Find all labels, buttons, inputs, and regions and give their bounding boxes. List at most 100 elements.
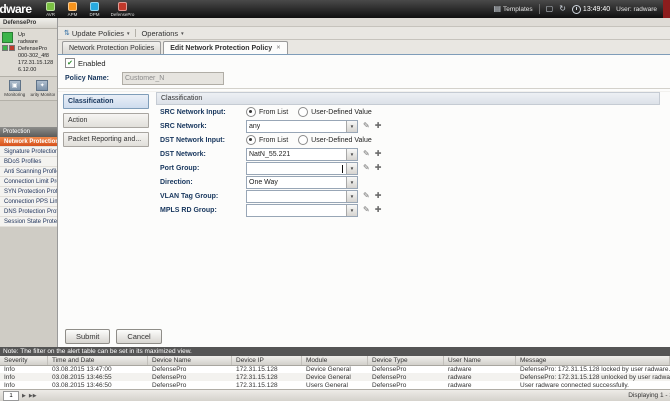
col-module[interactable]: Module: [302, 356, 368, 365]
radio-from-list[interactable]: From List: [246, 135, 288, 145]
dpm-icon: [90, 1, 100, 11]
field-label: DST Network Input:: [160, 136, 225, 144]
close-icon[interactable]: ✕: [276, 45, 281, 51]
alarm-indicator[interactable]: [663, 0, 670, 18]
perspective-security-monitoring[interactable]: ✦ Security Monitoring: [30, 80, 55, 97]
page-input[interactable]: [3, 390, 19, 401]
table-row[interactable]: Info 03.08.2015 13:46:55 DefensePro 172.…: [0, 373, 670, 381]
product-avr[interactable]: AVR: [42, 1, 60, 17]
divider: [538, 4, 540, 14]
field-label: DST Network:: [160, 150, 206, 158]
product-defensepro[interactable]: DefensePro: [108, 1, 138, 17]
field-label: Port Group:: [160, 164, 200, 172]
add-icon[interactable]: ✚: [375, 206, 382, 214]
chevron-down-icon: ▼: [346, 120, 357, 132]
col-message[interactable]: Message: [516, 356, 670, 365]
cell-severity: Info: [4, 365, 15, 373]
add-icon[interactable]: ✚: [375, 164, 382, 172]
select-value: NatN_55.221: [249, 150, 291, 158]
nav-network-protection-policies[interactable]: Network Protection Policies: [0, 137, 57, 147]
nav-connection-limit-profiles[interactable]: Connection Limit Profiles: [0, 177, 57, 187]
nav-signature-protection[interactable]: Signature Protection: [0, 147, 57, 157]
edit-icon[interactable]: ✎: [363, 164, 370, 172]
nav-syn-protection-profiles[interactable]: SYN Protection Profiles: [0, 187, 57, 197]
device-state: Up: [18, 32, 26, 38]
tab-edit-network-protection-policy[interactable]: Edit Network Protection Policy ✕: [163, 41, 288, 54]
nav-connection-pps-limit-profiles[interactable]: Connection PPS Limit Profiles: [0, 197, 57, 207]
chevron-down-icon: ▼: [346, 148, 357, 160]
next-page-icon[interactable]: ▶: [22, 393, 26, 399]
radio-user-defined[interactable]: User-Defined Value: [298, 135, 372, 145]
tab-classification[interactable]: Classification: [63, 94, 149, 109]
dst-network-row: DST Network: NatN_55.221 ▼ ✎ ✚: [156, 147, 660, 161]
radio-user-defined[interactable]: User-Defined Value: [298, 107, 372, 117]
direction-select[interactable]: One Way ▼: [246, 175, 358, 189]
cell-module: Users General: [306, 381, 348, 389]
table-row[interactable]: Info 03.08.2015 13:46:50 DefensePro 172.…: [0, 381, 670, 389]
add-icon[interactable]: ✚: [375, 192, 382, 200]
mpls-rd-group-select[interactable]: ▼: [246, 203, 358, 217]
radio-icon: [246, 107, 256, 117]
radio-label: From List: [259, 108, 289, 116]
shield-icon: ✦: [36, 80, 49, 91]
select-value: any: [249, 122, 261, 130]
operations-menu-button[interactable]: Operations ▼: [141, 29, 184, 38]
update-policies-label: Update Policies: [71, 28, 124, 38]
policy-name-field[interactable]: [122, 72, 224, 85]
product-apm[interactable]: APM: [64, 1, 82, 17]
nav-session-state-protection-profiles[interactable]: Session State Protection Profiles: [0, 217, 57, 227]
refresh-icon[interactable]: ↻: [559, 5, 566, 13]
nav-bdos-profiles[interactable]: BDoS Profiles: [0, 157, 57, 167]
alerts-note-bar: Note: The filter on the alert table can …: [0, 347, 670, 356]
tab-network-protection-policies[interactable]: Network Protection Policies: [62, 41, 162, 54]
policy-name-row: Policy Name:: [65, 72, 224, 85]
product-shortcuts: AVR APM DPM DefensePro: [42, 1, 138, 17]
cell-user: radware: [448, 373, 472, 381]
submit-button[interactable]: Submit: [65, 329, 111, 344]
product-label: DPM: [89, 11, 100, 17]
table-row[interactable]: Info 03.08.2015 13:47:00 DefensePro 172.…: [0, 365, 670, 373]
templates-button[interactable]: ▤ Templates: [493, 5, 532, 13]
vlan-tag-group-select[interactable]: ▼: [246, 189, 358, 203]
col-time-and-date[interactable]: Time and Date: [48, 356, 148, 365]
tab-action[interactable]: Action: [63, 113, 149, 128]
edit-icon[interactable]: ✎: [363, 192, 370, 200]
col-device-ip[interactable]: Device IP: [232, 356, 302, 365]
device-model: 000-302_4f8: [18, 53, 49, 59]
col-severity[interactable]: Severity: [0, 356, 48, 365]
product-dpm[interactable]: DPM: [86, 1, 104, 17]
col-device-type[interactable]: Device Type: [368, 356, 444, 365]
enabled-checkbox[interactable]: ✔: [65, 58, 75, 68]
chevron-down-icon: ▼: [180, 30, 185, 36]
col-user-name[interactable]: User Name: [444, 356, 516, 365]
last-page-icon[interactable]: ▶▶: [29, 393, 37, 399]
templates-icon: ▤: [493, 4, 502, 13]
dst-network-select[interactable]: NatN_55.221 ▼: [246, 147, 358, 161]
port-group-select[interactable]: ▼: [246, 161, 358, 175]
policy-editor: ✔ Enabled Policy Name: Classification Ac…: [58, 55, 670, 347]
device-up-indicator: [2, 32, 13, 43]
alerts-table-body: Info 03.08.2015 13:47:00 DefensePro 172.…: [0, 365, 670, 389]
update-policies-button[interactable]: ⇅ Update Policies ▼: [64, 29, 130, 38]
maximize-icon[interactable]: ▢: [546, 5, 554, 13]
perspective-monitoring[interactable]: ▣ Monitoring: [2, 80, 28, 97]
mpls-rd-group-row: MPLS RD Group: ▼ ✎ ✚: [156, 203, 660, 217]
edit-icon[interactable]: ✎: [363, 206, 370, 214]
radio-from-list[interactable]: From List: [246, 107, 288, 117]
nav-anti-scanning-profiles[interactable]: Anti Scanning Profiles: [0, 167, 57, 177]
tab-packet-reporting[interactable]: Packet Reporting and...: [63, 132, 149, 147]
nav-dns-protection-profiles[interactable]: DNS Protection Profiles: [0, 207, 57, 217]
add-icon[interactable]: ✚: [375, 122, 382, 130]
cell-message: DefensePro: 172.31.15.128 locked by user…: [520, 365, 670, 373]
edit-icon[interactable]: ✎: [363, 150, 370, 158]
edit-icon[interactable]: ✎: [363, 122, 370, 130]
col-device-name[interactable]: Device Name: [148, 356, 232, 365]
cell-module: Device General: [306, 365, 351, 373]
cell-device-ip: 172.31.15.128: [236, 365, 278, 373]
cancel-button[interactable]: Cancel: [116, 329, 162, 344]
main-area: ⇅ Update Policies ▼ Operations ▼ Network…: [58, 18, 670, 347]
src-network-select[interactable]: any ▼: [246, 119, 358, 133]
product-label: AVR: [46, 11, 55, 17]
add-icon[interactable]: ✚: [375, 150, 382, 158]
tree-section-protection[interactable]: Protection: [0, 127, 57, 137]
